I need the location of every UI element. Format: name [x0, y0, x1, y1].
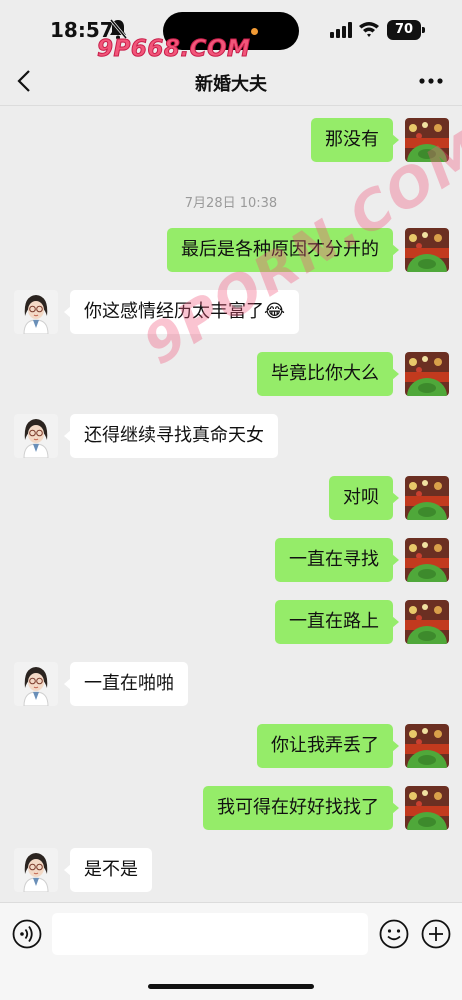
recording-dot: [251, 28, 258, 35]
sent-message-bubble[interactable]: 一直在路上: [275, 600, 399, 644]
voice-icon[interactable]: [12, 919, 42, 949]
my-avatar[interactable]: [405, 228, 449, 272]
received-message-bubble[interactable]: 还得继续寻找真命天女: [64, 414, 278, 458]
my-avatar[interactable]: [405, 476, 449, 520]
message-list[interactable]: 7月28日 10:38 那没有 最后是各种原因才分开的 你这感情经历太丰富了😂 毕竟比…: [0, 106, 462, 900]
my-avatar[interactable]: [405, 724, 449, 768]
more-options-icon[interactable]: [418, 76, 444, 86]
sent-message-bubble[interactable]: 毕竟比你大么: [257, 352, 399, 396]
my-avatar[interactable]: [405, 600, 449, 644]
sent-message-bubble[interactable]: 对呗: [329, 476, 399, 520]
sent-message-bubble[interactable]: 你让我弄丢了: [257, 724, 399, 768]
my-avatar[interactable]: [405, 352, 449, 396]
wifi-icon: [359, 22, 379, 37]
my-avatar[interactable]: [405, 538, 449, 582]
received-message-bubble[interactable]: 一直在啪啪: [64, 662, 188, 706]
sent-message-bubble[interactable]: 一直在寻找: [275, 538, 399, 582]
chat-header: 新婚大夫: [0, 56, 462, 106]
battery-indicator: 70: [387, 20, 425, 40]
plus-icon[interactable]: [421, 919, 451, 949]
emoji-icon[interactable]: [379, 919, 409, 949]
chat-title: 新婚大夫: [195, 74, 267, 95]
contact-avatar[interactable]: [14, 662, 58, 706]
my-avatar[interactable]: [405, 786, 449, 830]
status-bar: 18:57 70 9P668.COM: [0, 0, 462, 63]
message-input[interactable]: [52, 913, 368, 955]
cellular-signal-icon: [330, 22, 352, 38]
home-indicator: [148, 984, 314, 989]
contact-avatar[interactable]: [14, 290, 58, 334]
received-message-bubble[interactable]: 是不是: [64, 848, 152, 892]
sent-message-bubble[interactable]: 那没有: [311, 118, 399, 162]
sent-message-bubble[interactable]: 我可得在好好找找了: [203, 786, 399, 830]
contact-avatar[interactable]: [14, 414, 58, 458]
contact-avatar[interactable]: [14, 848, 58, 892]
